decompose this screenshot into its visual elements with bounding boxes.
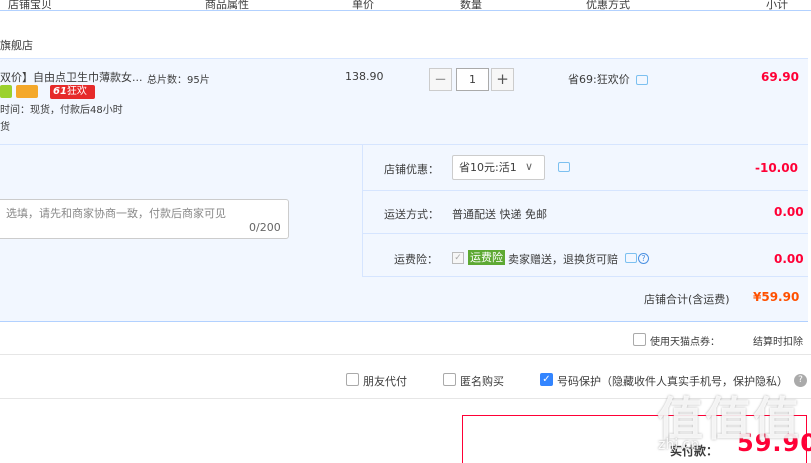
insurance-checkbox: ✓: [452, 252, 464, 264]
card-tag-icon: [16, 85, 38, 98]
insurance-badge: 运费险: [468, 250, 505, 265]
quantity-stepper: − 1 +: [429, 68, 515, 91]
insurance-amount: 0.00: [774, 252, 804, 266]
chevron-down-icon: ∨: [525, 160, 534, 173]
chat-icon[interactable]: [625, 253, 637, 263]
shipping-amount: 0.00: [774, 205, 804, 219]
tmall-points-note: 结算时扣除: [753, 337, 803, 348]
tmall-points-checkbox[interactable]: [633, 333, 646, 346]
col-promo: 优惠方式: [586, 0, 630, 11]
table-header: 店铺宝贝 商品属性 单价 数量 优惠方式 小计: [0, 0, 811, 11]
festival-tag: 61狂欢: [50, 85, 95, 99]
anonymous-label: 匿名购买: [460, 375, 504, 388]
shop-name[interactable]: 旗舰店: [0, 37, 33, 53]
col-attr: 商品属性: [205, 0, 249, 11]
chat-icon[interactable]: [558, 162, 570, 172]
unit-price: 138.90: [345, 70, 384, 83]
shop-total-label: 店铺合计(含运费): [644, 293, 730, 306]
divider: [362, 190, 808, 191]
ship-time: 时间：现货，付款后48小时: [0, 105, 123, 116]
quantity-input[interactable]: 1: [456, 68, 489, 91]
divider: [0, 354, 811, 355]
item-title[interactable]: 双价】自由点卫生巾薄款女...: [0, 69, 143, 85]
ship-tail: 货: [0, 122, 10, 133]
number-protect-checkbox[interactable]: ✓: [540, 373, 553, 386]
col-qty: 数量: [460, 0, 482, 11]
watermark-url: zhi.cn: [658, 437, 700, 453]
col-subtotal: 小计: [766, 0, 788, 11]
memo-placeholder: 选填，请先和商家协商一致，付款后商家可见: [6, 207, 226, 220]
col-price: 单价: [352, 0, 374, 11]
chat-icon[interactable]: [636, 75, 648, 85]
divider: [362, 233, 808, 234]
col-shop-item: 店铺宝贝: [8, 0, 52, 11]
memo-char-count: 0/200: [249, 221, 281, 234]
insurance-label: 运费险：: [394, 253, 438, 266]
item-subtotal: 69.90: [761, 70, 799, 84]
item-attr: 总片数：95片: [147, 75, 210, 86]
shipping-value: 普通配送 快递 免邮: [452, 208, 547, 221]
shop-discount-label: 店铺优惠：: [384, 163, 439, 176]
divider: [362, 144, 363, 276]
friend-pay-checkbox[interactable]: [346, 373, 359, 386]
promo-text: 省69:狂欢价: [568, 73, 630, 86]
tmall-points-label: 使用天猫点券：: [650, 337, 720, 348]
friend-pay-label: 朋友代付: [363, 375, 407, 388]
quantity-increase-button[interactable]: +: [491, 68, 514, 91]
service-tag-icon: [0, 85, 12, 98]
shop-total-value: ¥59.90: [753, 290, 800, 304]
shop-discount-amount: -10.00: [755, 161, 798, 175]
quantity-decrease-button[interactable]: −: [429, 68, 452, 91]
divider: [362, 276, 808, 277]
anonymous-checkbox[interactable]: [443, 373, 456, 386]
insurance-text: 卖家赠送，退换货可赔: [508, 253, 618, 266]
help-icon[interactable]: ?: [638, 253, 649, 264]
shipping-label: 运送方式：: [384, 208, 439, 221]
